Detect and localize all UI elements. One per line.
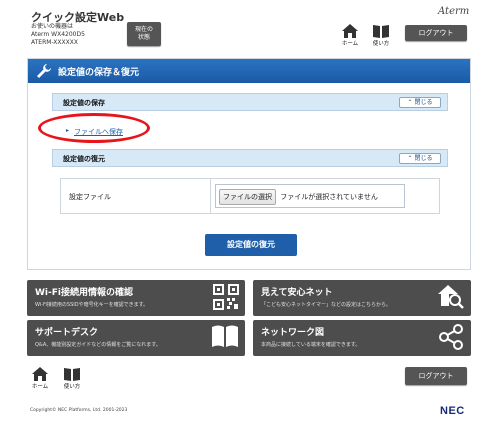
save-section-bar: 設定値の保存 ⌃ 閉じる: [52, 93, 448, 111]
house-search-icon: [438, 285, 464, 309]
file-status-text: ファイルが選択されていません: [280, 193, 378, 201]
aterm-logo: Aterm: [438, 6, 470, 17]
book-icon: [212, 325, 238, 347]
home-nav-button[interactable]: ホーム: [336, 24, 364, 47]
device-info: お使いの機器は Aterm WX4200D5 ATERM-XXXXXX: [31, 23, 85, 47]
tile-desc: Q&A、機能別設定ガイドなどの情報をご覧になれます。: [35, 342, 161, 348]
footer-home-button[interactable]: ホーム: [26, 367, 54, 390]
book-icon: [64, 368, 80, 381]
device-id: ATERM-XXXXXX: [31, 39, 78, 46]
tile-title: ネットワーク図: [261, 328, 325, 338]
tile-support-desk[interactable]: サポートデスク Q&A、機能別設定ガイドなどの情報をご覧になれます。: [27, 320, 245, 356]
logout-button[interactable]: ログアウト: [405, 25, 467, 41]
device-info-line: お使いの機器は: [31, 23, 74, 30]
home-icon: [342, 24, 358, 38]
network-icon: [439, 324, 463, 350]
tile-mieru-anshin-net[interactable]: 見えて安心ネット 「こども安心ネットタイマー」などの設定はこちらから。: [253, 280, 471, 316]
usage-label: 使い方: [63, 384, 81, 390]
status-button-line2: 状態: [137, 34, 150, 41]
tile-network-map[interactable]: ネットワーク図 本商品に接続している端末を確認できます。: [253, 320, 471, 356]
tile-desc: 本商品に接続している端末を確認できます。: [261, 342, 361, 348]
tile-title: 見えて安心ネット: [261, 288, 333, 298]
book-icon: [373, 25, 389, 38]
file-label-cell: 設定ファイル: [61, 179, 211, 213]
device-model: Aterm WX4200D5: [31, 31, 85, 38]
file-choose-button[interactable]: ファイルの選択: [219, 189, 276, 205]
section-title: 設定値の保存＆復元: [58, 68, 140, 78]
footer-logout-button[interactable]: ログアウト: [405, 367, 467, 385]
section-header: 設定値の保存＆復元: [28, 59, 470, 83]
copyright-text: Copyright© NEC Platforms, Ltd. 2001-2023: [30, 408, 128, 413]
usage-label: 使い方: [372, 41, 390, 47]
usage-nav-button[interactable]: 使い方: [367, 24, 395, 47]
restore-button[interactable]: 設定値の復元: [205, 234, 297, 256]
qr-code-icon: [213, 284, 239, 310]
restore-section-label: 設定値の復元: [63, 155, 105, 163]
home-label: ホーム: [341, 41, 359, 47]
tile-wifi-info[interactable]: Wi-Fi接続用情報の確認 Wi-Fi接続用のSSIDや暗号化キーを確認できます…: [27, 280, 245, 316]
settings-file-label: 設定ファイル: [69, 193, 111, 201]
tile-desc: 「こども安心ネットタイマー」などの設定はこちらから。: [261, 302, 392, 308]
tile-title: Wi-Fi接続用情報の確認: [35, 288, 133, 298]
current-status-button[interactable]: 現在の 状態: [127, 22, 161, 46]
main-panel: 設定値の保存＆復元 設定値の保存 ⌃ 閉じる ▸ ファイルへ保存 設定値の復元 …: [27, 58, 471, 270]
save-section-label: 設定値の保存: [63, 99, 105, 107]
restore-section-close-button[interactable]: ⌃ 閉じる: [399, 153, 441, 164]
file-input[interactable]: ファイルの選択 ファイルが選択されていません: [219, 189, 378, 205]
highlight-annotation: [38, 113, 150, 143]
status-button-line1: 現在の: [134, 26, 153, 33]
tile-desc: Wi-Fi接続用のSSIDや暗号化キーを確認できます。: [35, 302, 149, 308]
home-label: ホーム: [31, 384, 49, 390]
close-label: 閉じる: [414, 99, 433, 106]
save-section-close-button[interactable]: ⌃ 閉じる: [399, 97, 441, 108]
chevron-up-icon: ⌃: [407, 99, 413, 106]
nec-logo: NEC: [440, 405, 465, 417]
tile-title: サポートデスク: [35, 328, 99, 338]
close-label: 閉じる: [414, 155, 433, 162]
settings-file-row: 設定ファイル ファイルの選択 ファイルが選択されていません: [60, 178, 440, 214]
chevron-up-icon: ⌃: [407, 155, 413, 162]
wrench-icon: [37, 64, 51, 78]
footer-usage-button[interactable]: 使い方: [58, 367, 86, 390]
restore-section-bar: 設定値の復元 ⌃ 閉じる: [52, 149, 448, 167]
top-header: クイック設定Web お使いの機器は Aterm WX4200D5 ATERM-X…: [0, 0, 500, 54]
home-icon: [32, 367, 48, 381]
